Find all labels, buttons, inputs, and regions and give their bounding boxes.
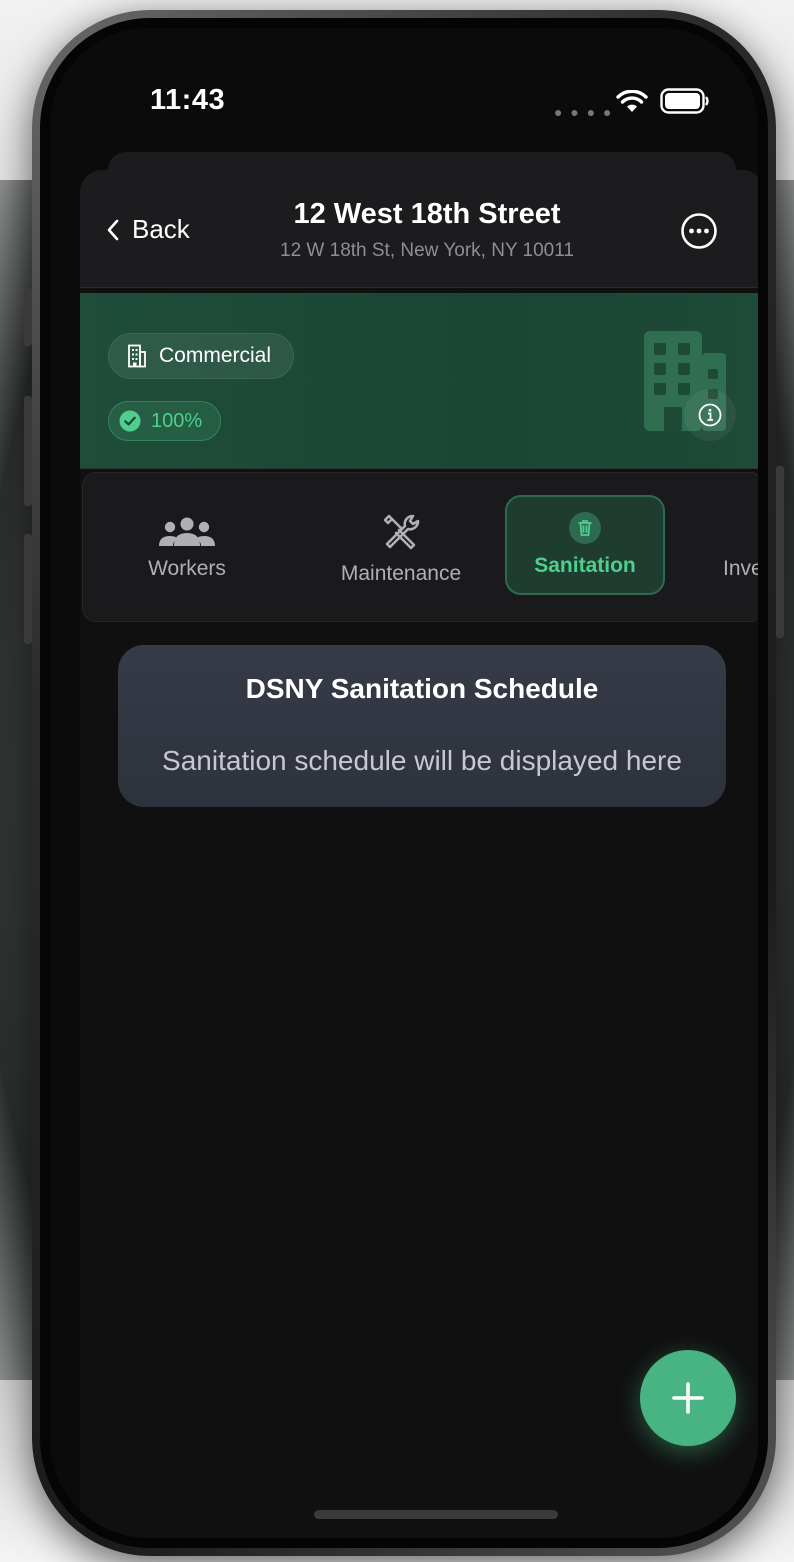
tab-maintenance[interactable]: Maintenance xyxy=(311,499,491,599)
screen: 11:43 ● ● ● ● Back 12 West 18th Street 1… xyxy=(50,28,758,1538)
home-indicator[interactable] xyxy=(314,1510,558,1519)
phone-volume-up xyxy=(24,396,32,506)
tab-label: Workers xyxy=(148,557,226,580)
info-button[interactable] xyxy=(684,389,736,441)
trash-icon xyxy=(569,512,601,544)
phone-mute-switch xyxy=(24,288,32,346)
building-type-label: Commercial xyxy=(159,344,272,367)
box-icon xyxy=(757,517,758,547)
battery-icon xyxy=(660,88,709,114)
phone-power-button xyxy=(776,466,784,638)
status-time: 11:43 xyxy=(150,84,226,116)
info-icon xyxy=(698,403,722,427)
navigation-header: Back 12 West 18th Street 12 W 18th St, N… xyxy=(80,170,758,288)
tools-icon xyxy=(383,514,420,550)
back-label: Back xyxy=(132,214,190,244)
ellipsis-circle-icon[interactable] xyxy=(680,212,718,250)
building-icon xyxy=(128,344,146,368)
back-button[interactable]: Back xyxy=(106,214,190,245)
add-button[interactable] xyxy=(640,1350,736,1446)
card-title: DSNY Sanitation Schedule xyxy=(245,673,599,704)
page-subtitle: 12 W 18th St, New York, NY 10011 xyxy=(280,240,574,261)
card-placeholder-text: Sanitation schedule will be displayed he… xyxy=(162,745,682,776)
checkmark-circle-icon xyxy=(119,410,141,432)
people-icon xyxy=(159,517,215,546)
phone-volume-down xyxy=(24,534,32,644)
tab-label: Maintenance xyxy=(340,562,462,585)
building-type-chip: Commercial xyxy=(108,333,295,379)
tab-label: Sanitation xyxy=(534,554,636,577)
building-detail-sheet: Back 12 West 18th Street 12 W 18th St, N… xyxy=(80,170,758,1538)
page-title: 12 West 18th Street xyxy=(293,198,561,230)
tab-sanitation[interactable]: Sanitation xyxy=(505,495,665,595)
completion-label: 100% xyxy=(151,409,203,432)
tab-bar: Workers Maintenance Sanitation Inv xyxy=(82,472,758,622)
tab-label: Inve xyxy=(723,557,758,580)
plus-icon xyxy=(672,1382,704,1414)
sanitation-schedule-card: DSNY Sanitation Schedule Sanitation sche… xyxy=(118,645,726,807)
building-hero: Commercial 100% xyxy=(80,293,758,469)
wifi-icon xyxy=(616,90,648,112)
signal-dots-icon: ● ● ● ● xyxy=(554,104,614,120)
phone-frame: 11:43 ● ● ● ● Back 12 West 18th Street 1… xyxy=(24,10,784,1556)
completion-badge: 100% xyxy=(108,401,222,441)
tab-workers[interactable]: Workers xyxy=(127,499,247,599)
tab-inventory[interactable]: Inve xyxy=(723,499,758,599)
chevron-left-icon xyxy=(107,219,119,240)
